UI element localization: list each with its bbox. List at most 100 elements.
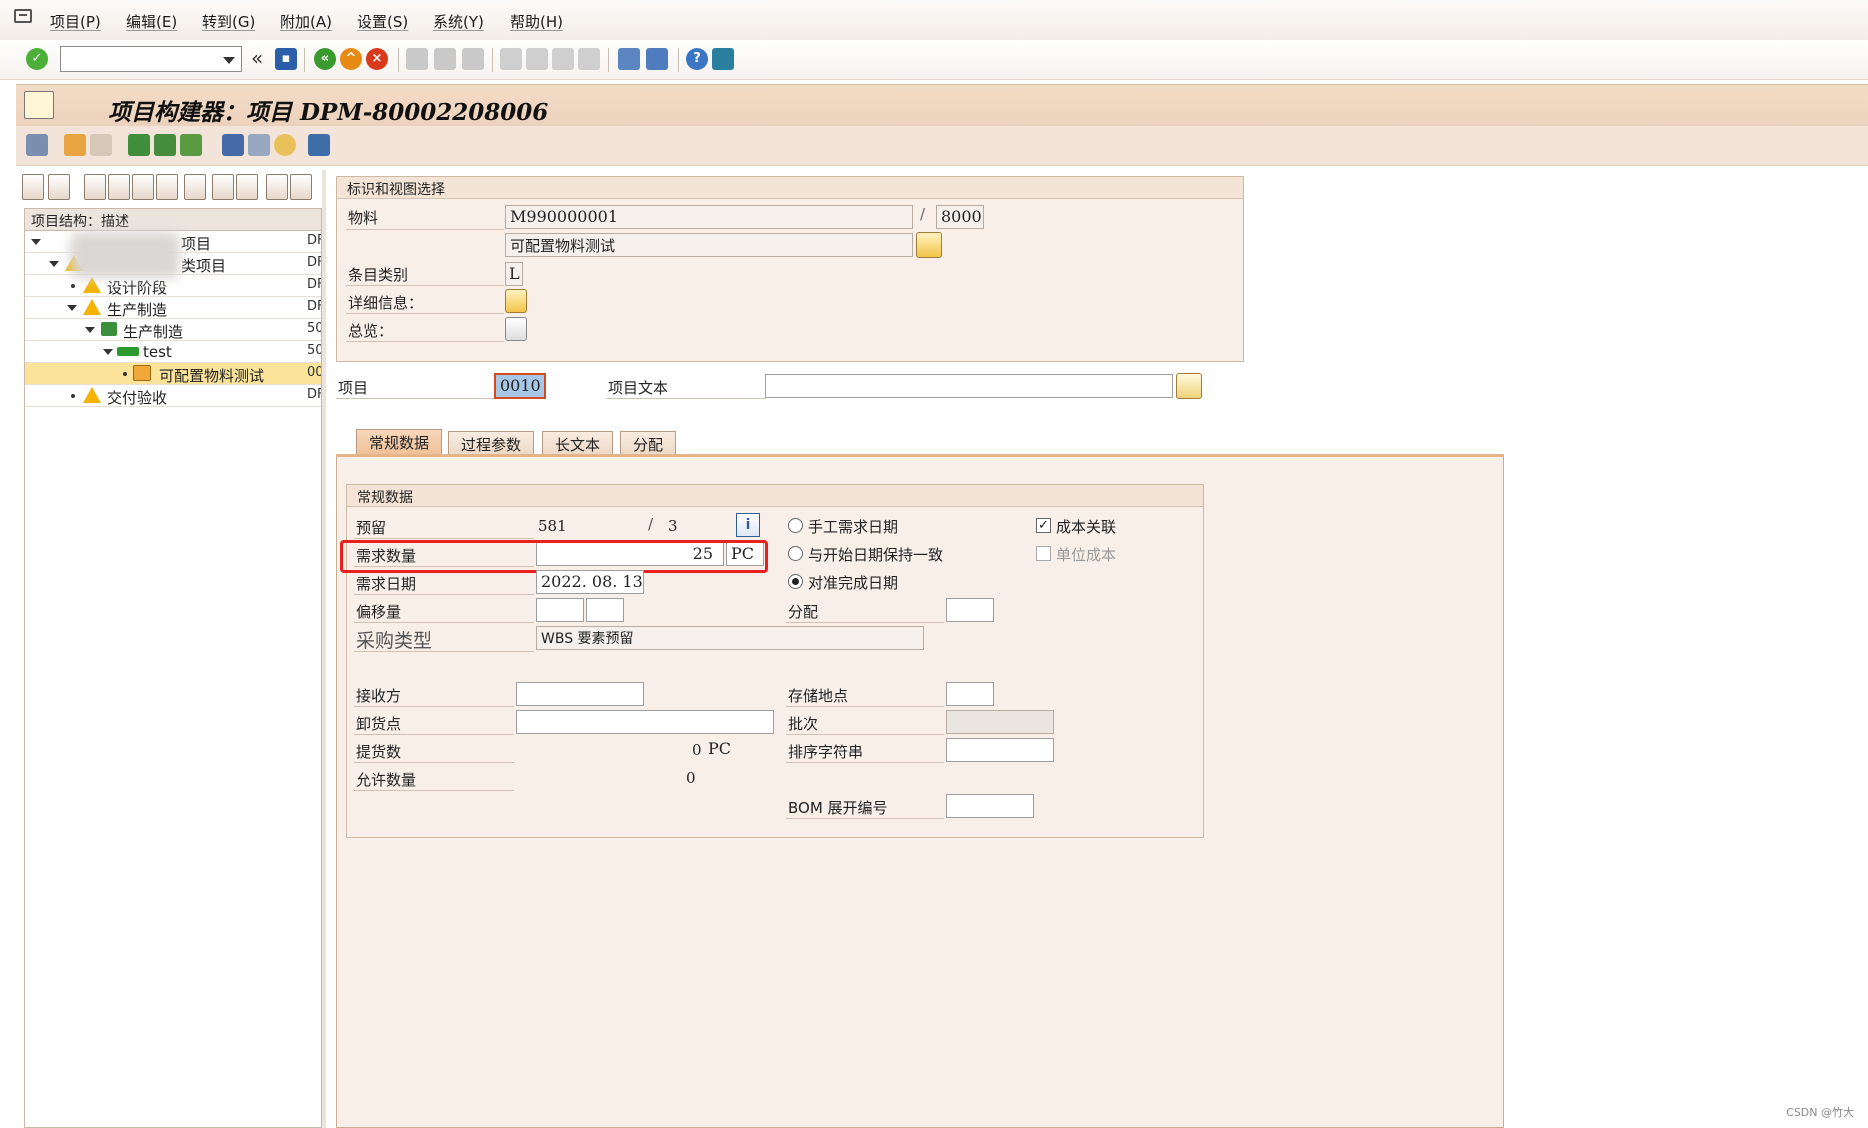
bom-explosion-field[interactable] <box>946 794 1034 818</box>
requirement-date-field[interactable]: 2022. 08. 13 <box>536 570 644 594</box>
tree-row-label: 项目 <box>181 235 212 253</box>
tab-long-text[interactable]: 长文本 <box>542 431 614 455</box>
next-object-icon[interactable] <box>90 134 112 156</box>
tree-row[interactable]: 生产制造 DF <box>25 297 321 319</box>
previous-page-icon[interactable] <box>526 48 548 70</box>
network-icon[interactable] <box>180 134 202 156</box>
collapse-icon[interactable] <box>290 174 312 200</box>
find-icon[interactable] <box>434 48 456 70</box>
info-icon[interactable]: i <box>736 513 760 537</box>
details-icon[interactable] <box>505 289 527 313</box>
hierarchy-icon[interactable] <box>128 134 150 156</box>
radio-align-start[interactable] <box>788 546 803 561</box>
menu-edit[interactable]: 编辑(E) <box>126 11 177 32</box>
procurement-type-field[interactable]: WBS 要素预留 <box>536 626 924 650</box>
save-icon[interactable]: ▪ <box>275 48 297 70</box>
menu-settings[interactable]: 设置(S) <box>357 11 408 32</box>
back-icon[interactable]: « <box>314 48 336 70</box>
unit-cost-checkbox[interactable] <box>1036 546 1051 561</box>
print-icon[interactable] <box>406 48 428 70</box>
menu-project[interactable]: 项目(P) <box>50 11 101 32</box>
list-icon[interactable] <box>222 134 244 156</box>
offset-value-field[interactable] <box>536 598 584 622</box>
tab-general-data[interactable]: 常规数据 <box>356 429 443 456</box>
find-next-icon[interactable] <box>462 48 484 70</box>
cost-relevant-checkbox[interactable]: ✓ <box>1036 518 1051 533</box>
network-node-icon <box>101 322 117 336</box>
help-icon[interactable]: ? <box>686 48 708 70</box>
find-next-icon[interactable] <box>236 174 258 200</box>
new-document-icon[interactable] <box>48 174 70 200</box>
open-folder-icon[interactable] <box>22 174 44 200</box>
panel-splitter[interactable] <box>322 170 326 1128</box>
distribution-field[interactable] <box>946 598 994 622</box>
sort-string-field[interactable] <box>946 738 1054 762</box>
chevron-down-icon[interactable] <box>223 57 235 64</box>
withdrawn-quantity-value: 0 <box>692 741 702 759</box>
enter-check-icon[interactable]: ✓ <box>26 48 48 70</box>
edit-long-text-icon[interactable] <box>1176 373 1202 399</box>
item-text-field[interactable] <box>765 374 1173 398</box>
menu-system[interactable]: 系统(Y) <box>433 11 484 32</box>
structure-icon[interactable] <box>154 134 176 156</box>
material-field[interactable]: M990000001 <box>505 205 913 229</box>
storage-location-label: 存储地点 <box>788 687 849 705</box>
expand-arrow-icon[interactable] <box>31 239 41 245</box>
previous-object-icon[interactable] <box>64 134 86 156</box>
tab-process-parameters[interactable]: 过程参数 <box>448 431 535 455</box>
export-icon[interactable] <box>308 134 330 156</box>
expand-arrow-icon[interactable] <box>67 305 77 311</box>
expand-icon[interactable] <box>266 174 288 200</box>
requirement-date-label: 需求日期 <box>356 575 417 593</box>
exit-icon[interactable]: ^ <box>340 48 362 70</box>
next-page-icon[interactable] <box>552 48 574 70</box>
first-page-icon[interactable] <box>500 48 522 70</box>
new-session-icon[interactable] <box>618 48 640 70</box>
cancel-icon[interactable]: × <box>366 48 388 70</box>
menu-help[interactable]: 帮助(H) <box>510 11 563 32</box>
schedule-icon[interactable] <box>274 134 296 156</box>
undo-icon[interactable] <box>156 174 178 200</box>
recipient-field[interactable] <box>516 682 644 706</box>
expand-arrow-icon[interactable] <box>49 261 59 267</box>
command-field[interactable] <box>60 46 242 72</box>
radio-manual-date[interactable] <box>788 518 803 533</box>
material-image-icon[interactable] <box>916 232 942 258</box>
plant-field[interactable]: 8000 <box>936 205 984 229</box>
cut-icon[interactable] <box>84 174 106 200</box>
batch-field[interactable] <box>946 710 1054 734</box>
tab-assignment[interactable]: 分配 <box>620 431 677 455</box>
tree-row[interactable]: 设计阶段 DF <box>25 275 321 297</box>
paste-icon[interactable] <box>132 174 154 200</box>
unit-cost-label: 单位成本 <box>1056 546 1117 564</box>
expand-arrow-icon[interactable] <box>85 327 95 333</box>
radio-align-finish[interactable] <box>788 574 803 589</box>
tree-row-code: DF <box>307 387 321 402</box>
last-page-icon[interactable] <box>578 48 600 70</box>
edit-note-icon[interactable] <box>248 134 270 156</box>
customize-layout-icon[interactable] <box>712 48 734 70</box>
tree-row-code: DF <box>307 277 321 292</box>
menu-window-icon[interactable] <box>14 9 32 23</box>
offset-unit-field[interactable] <box>586 598 624 622</box>
menu-extras[interactable]: 附加(A) <box>280 11 332 32</box>
tree-row[interactable]: 生产制造 50 <box>25 319 321 341</box>
overview-icon[interactable] <box>505 317 527 341</box>
tree-row[interactable]: test 50 <box>25 341 321 363</box>
copy-icon[interactable] <box>108 174 130 200</box>
menu-goto[interactable]: 转到(G) <box>202 11 255 32</box>
expand-arrow-icon[interactable] <box>103 349 113 355</box>
find-icon[interactable] <box>212 174 234 200</box>
delete-icon[interactable] <box>184 174 206 200</box>
tree-row[interactable]: 交付验收 DF <box>25 385 321 407</box>
reservation-item-value: 3 <box>668 517 678 535</box>
item-number-field[interactable]: 0010 <box>494 373 546 399</box>
item-category-field[interactable]: L <box>505 262 523 286</box>
unloading-point-field[interactable] <box>516 710 774 734</box>
back-double-chevron-icon[interactable]: « <box>251 46 263 70</box>
tree-row-selected[interactable]: 可配置物料测试 00 <box>25 363 321 385</box>
material-description-field[interactable]: 可配置物料测试 <box>505 233 913 257</box>
storage-location-field[interactable] <box>946 682 994 706</box>
display-change-icon[interactable] <box>26 134 48 156</box>
shortcut-icon[interactable] <box>646 48 668 70</box>
